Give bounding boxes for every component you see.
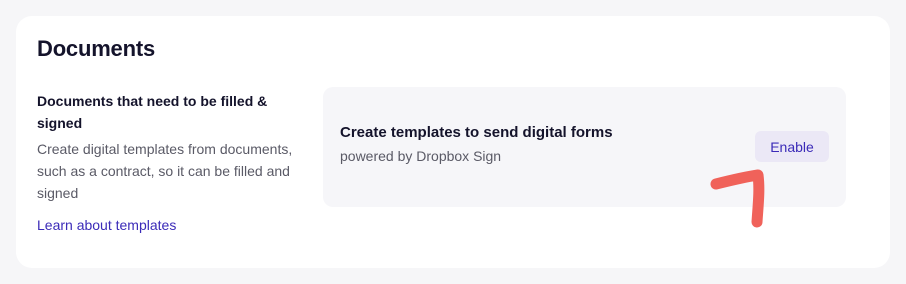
section-description: Create digital templates from documents,… (37, 141, 293, 201)
templates-feature-panel: Create templates to send digital forms p… (323, 87, 846, 207)
learn-about-templates-link[interactable]: Learn about templates (37, 214, 176, 236)
feature-title: Create templates to send digital forms (340, 124, 613, 141)
documents-settings-card: Documents Documents that need to be fill… (16, 16, 890, 268)
feature-subtitle: powered by Dropbox Sign (340, 148, 502, 164)
section-info: Documents that need to be filled & signe… (37, 90, 299, 236)
section-heading: Documents that need to be filled & signe… (37, 93, 268, 131)
enable-button[interactable]: Enable (755, 131, 829, 162)
card-title: Documents (37, 36, 155, 61)
